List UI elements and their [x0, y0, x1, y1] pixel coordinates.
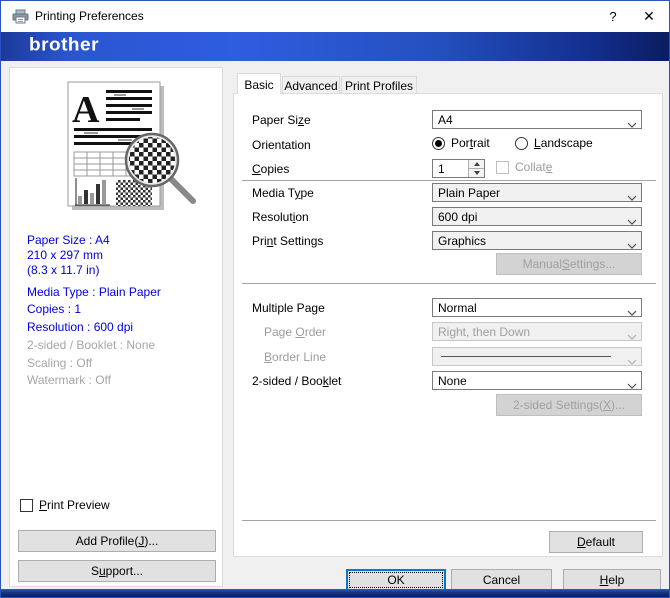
spin-down-button[interactable] — [469, 169, 484, 177]
multiple-page-select[interactable]: Normal — [432, 298, 642, 317]
add-profile-button[interactable]: Add Profile(J)... — [18, 530, 216, 552]
summary-scaling: Scaling : Off — [27, 356, 93, 370]
page-order-select: Right, then Down — [432, 322, 642, 341]
basic-tab-panel: Paper Size A4 Orientation Portrait Lands… — [233, 93, 663, 557]
dialog-bottom-edge — [1, 589, 669, 597]
summary-two-sided: 2-sided / Booklet : None — [27, 338, 156, 352]
cancel-button[interactable]: Cancel — [451, 569, 552, 591]
preview-panel: A Paper Size: A4 210 x 297 mm (8.3 x 11… — [9, 67, 223, 587]
resolution-value: 600 dpi — [438, 209, 478, 224]
brother-logo: brother — [29, 35, 99, 56]
paper-size-select[interactable]: A4 — [432, 110, 642, 129]
summary-copies: Copies : 1 — [27, 302, 82, 316]
ok-button[interactable]: OK — [346, 569, 446, 591]
chevron-down-icon — [627, 214, 637, 228]
separator — [242, 520, 656, 521]
orientation-portrait-option: Portrait — [432, 136, 490, 150]
print-settings-value: Graphics — [438, 233, 487, 248]
two-sided-value: None — [438, 373, 467, 388]
triangle-down-icon — [473, 171, 480, 175]
print-preview-label: Print Preview — [39, 498, 110, 512]
collate-option: Collate — [496, 160, 552, 174]
chevron-down-icon — [627, 305, 637, 319]
separator — [242, 180, 656, 181]
media-type-label: Media Type — [252, 186, 314, 200]
tab-print-profiles[interactable]: Print Profiles — [341, 76, 417, 94]
chevron-down-icon — [627, 354, 637, 368]
print-preview-row: Print Preview — [20, 498, 110, 512]
page-order-value: Right, then Down — [438, 324, 531, 339]
media-type-select[interactable]: Plain Paper — [432, 183, 642, 202]
manual-settings-button: Manual Settings... — [496, 253, 642, 275]
landscape-label: Landscape — [534, 136, 593, 150]
print-settings-select[interactable]: Graphics — [432, 231, 642, 250]
copies-value: 1 — [438, 162, 445, 176]
print-settings-label: Print Settings — [252, 234, 324, 248]
help-titlebar-button[interactable]: ? — [597, 1, 629, 31]
tab-basic[interactable]: Basic — [237, 73, 281, 94]
summary-watermark: Watermark : Off — [27, 373, 112, 387]
resolution-select[interactable]: 600 dpi — [432, 207, 642, 226]
summary-paper-size: Paper Size : A4 — [27, 233, 110, 247]
copies-stepper[interactable]: 1 — [432, 159, 485, 178]
collate-checkbox — [496, 160, 509, 174]
chevron-down-icon — [627, 190, 637, 204]
collate-label: Collate — [515, 160, 553, 174]
landscape-radio[interactable] — [515, 136, 528, 150]
chevron-down-icon — [627, 378, 637, 392]
multiple-page-value: Normal — [438, 300, 477, 315]
chevron-down-icon — [627, 117, 637, 131]
summary-resolution: Resolution : 600 dpi — [27, 320, 134, 334]
multiple-page-label: Multiple Page — [252, 301, 325, 315]
two-sided-select[interactable]: None — [432, 371, 642, 390]
media-type-value: Plain Paper — [438, 185, 501, 200]
tab-advanced[interactable]: Advanced — [282, 76, 340, 94]
copies-updown — [468, 160, 484, 177]
help-button[interactable]: Help — [563, 569, 661, 591]
portrait-label: Portrait — [451, 136, 490, 150]
triangle-up-icon — [473, 162, 480, 166]
chevron-down-icon — [627, 329, 637, 343]
brand-banner: brother — [1, 32, 669, 61]
document-preview-image: A — [67, 81, 196, 210]
svg-text:A: A — [72, 89, 100, 131]
border-line-select — [432, 347, 642, 366]
border-line-label: Border Line — [264, 350, 327, 364]
paper-size-value: A4 — [438, 112, 453, 127]
printer-icon — [12, 9, 29, 24]
summary-paper-mm: 210 x 297 mm — [27, 248, 104, 262]
paper-size-label: Paper Size — [252, 113, 311, 127]
border-line-sample — [441, 356, 611, 357]
separator — [242, 283, 656, 284]
chevron-down-icon — [627, 238, 637, 252]
orientation-label: Orientation — [252, 138, 311, 152]
summary-paper-in: (8.3 x 11.7 in) — [27, 263, 100, 277]
two-sided-label: 2-sided / Booklet — [252, 374, 342, 388]
support-button[interactable]: Su pport... — [18, 560, 216, 582]
two-sided-settings-button: 2-sided Settings(X)... — [496, 394, 642, 416]
orientation-landscape-option: Landscape — [515, 136, 593, 150]
default-button[interactable]: Default — [549, 531, 643, 553]
spin-up-button[interactable] — [469, 160, 484, 169]
summary-media-type: Media Type : Plain Paper — [27, 285, 161, 299]
portrait-radio[interactable] — [432, 136, 445, 150]
resolution-label: Resolution — [252, 210, 309, 224]
title-bar: Printing Preferences ? ✕ — [1, 1, 669, 32]
page-order-label: Page Order — [264, 325, 327, 339]
print-preview-checkbox[interactable] — [20, 498, 33, 512]
window-title: Printing Preferences — [35, 9, 144, 23]
printing-preferences-dialog: Printing Preferences ? ✕ brother A Paper… — [0, 0, 670, 598]
copies-label: Copies — [252, 162, 290, 176]
close-button[interactable]: ✕ — [633, 1, 665, 31]
